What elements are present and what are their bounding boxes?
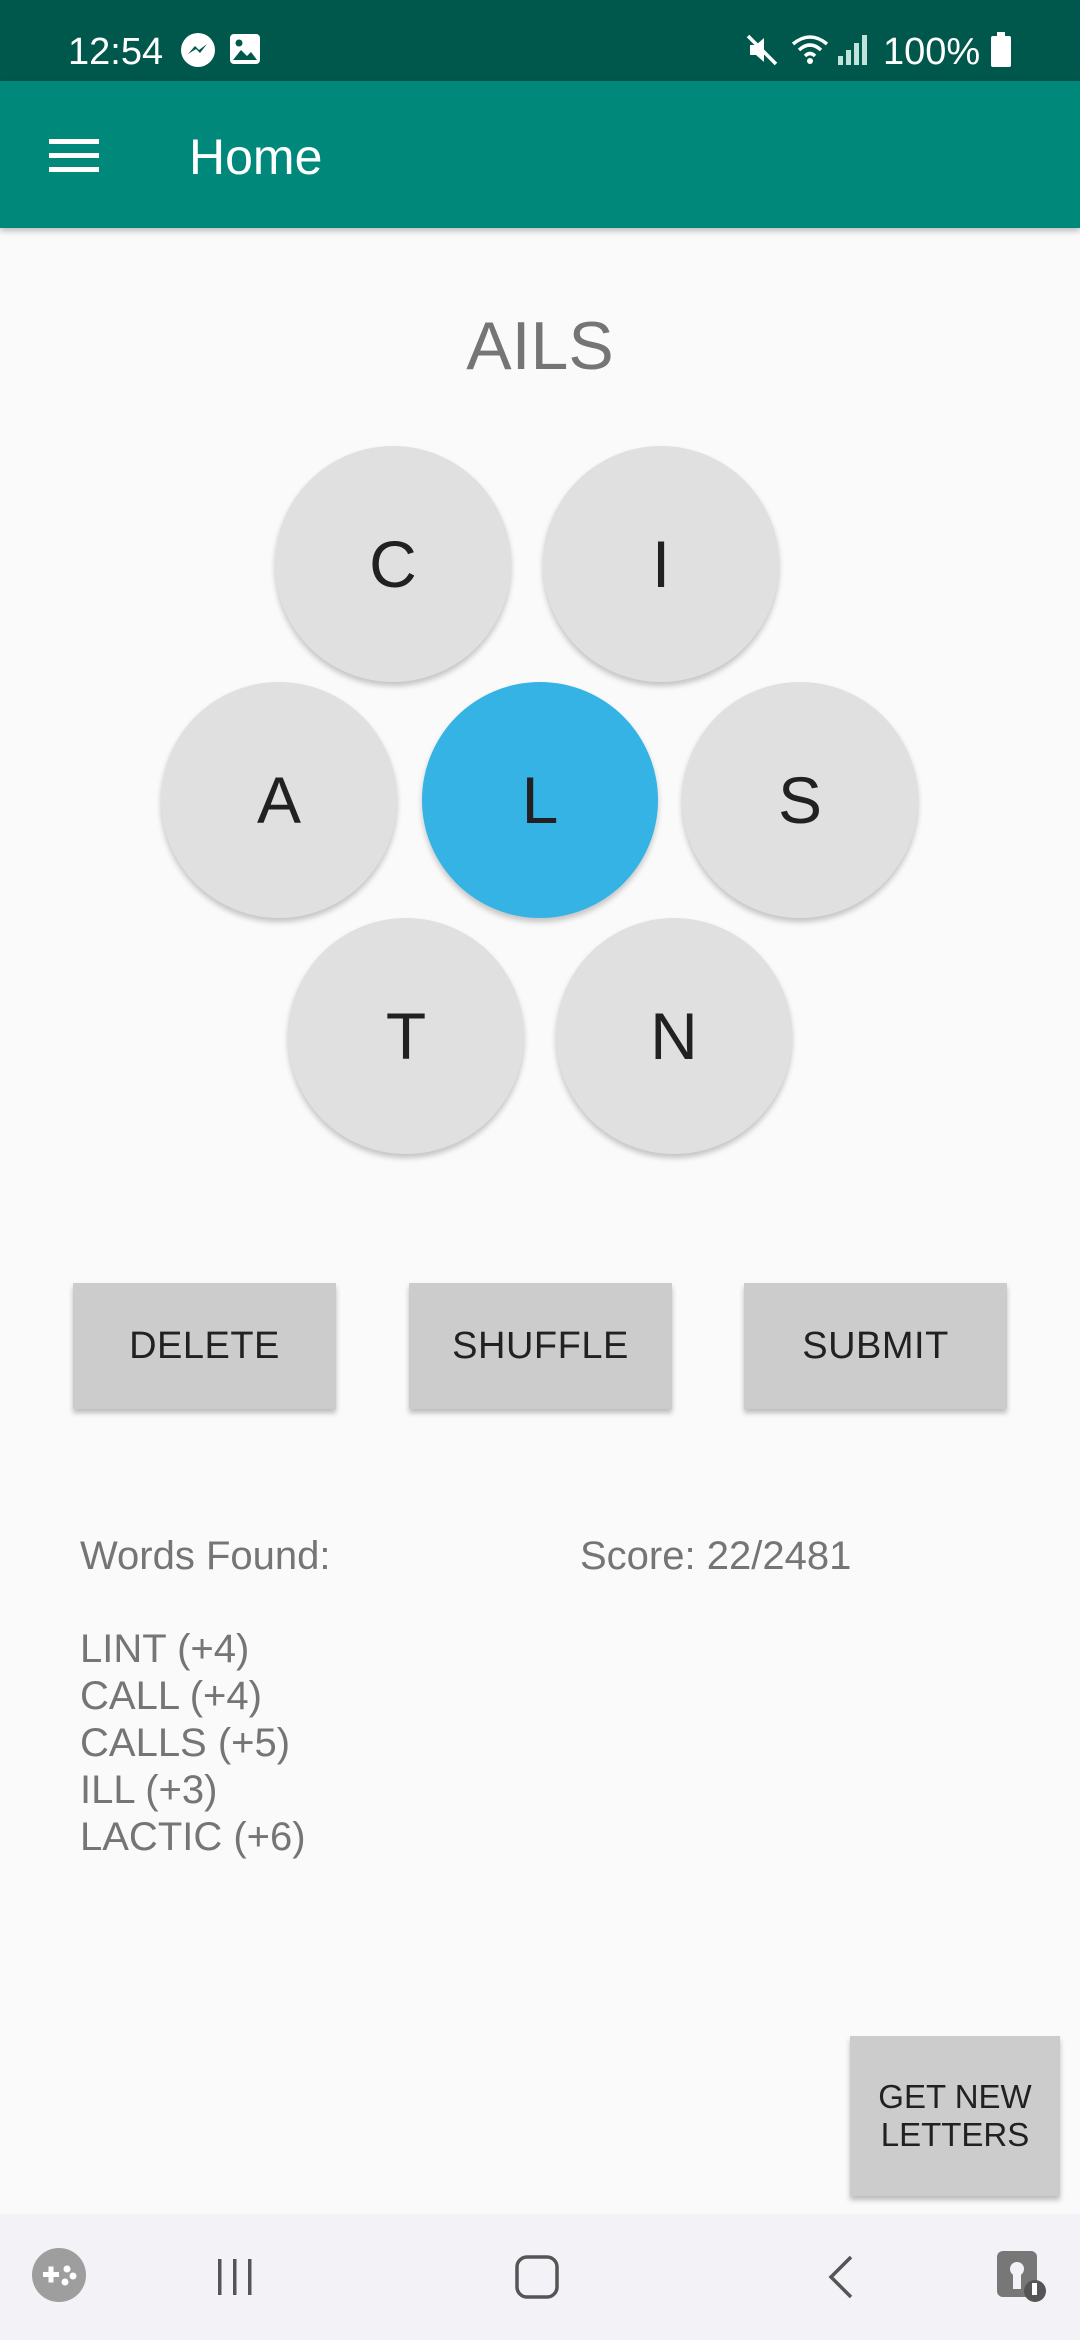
letter-tile-i[interactable]: I xyxy=(543,446,779,682)
list-item: LINT (+4) xyxy=(80,1627,250,1671)
hamburger-menu-icon[interactable] xyxy=(40,121,108,189)
list-item: ILL (+3) xyxy=(80,1768,218,1812)
letter-tile-t[interactable]: T xyxy=(288,918,524,1154)
status-bar: 12:54 100% xyxy=(0,0,1080,81)
list-item: CALLS (+5) xyxy=(80,1721,291,1765)
status-time: 12:54 xyxy=(68,31,164,73)
back-icon[interactable] xyxy=(806,2244,876,2310)
words-found-label: Words Found: xyxy=(80,1534,331,1578)
letter-tile-a[interactable]: A xyxy=(161,682,397,918)
center-letter-tile[interactable]: L xyxy=(422,682,658,918)
messenger-icon xyxy=(180,32,216,73)
game-launcher-icon[interactable] xyxy=(28,2244,90,2306)
battery-percentage: 100% xyxy=(883,31,981,73)
score-label: Score: 22/2481 xyxy=(580,1534,852,1578)
delete-button[interactable]: DELETE xyxy=(73,1283,336,1409)
mute-icon xyxy=(744,32,780,73)
screen-pin-icon[interactable] xyxy=(986,2242,1052,2308)
system-nav-bar xyxy=(0,2214,1080,2340)
submit-button[interactable]: SUBMIT xyxy=(744,1283,1007,1409)
signal-icon xyxy=(836,32,872,73)
shuffle-button[interactable]: SHUFFLE xyxy=(409,1283,672,1409)
letter-tile-n[interactable]: N xyxy=(556,918,792,1154)
letter-tile-s[interactable]: S xyxy=(682,682,918,918)
app-bar xyxy=(0,81,1080,228)
list-item: LACTIC (+6) xyxy=(80,1815,306,1859)
current-word: AILS xyxy=(466,308,614,384)
gallery-icon xyxy=(228,32,262,71)
words-found-list: LINT (+4) CALL (+4) CALLS (+5) ILL (+3) … xyxy=(80,1626,306,1861)
letter-tile-c[interactable]: C xyxy=(275,446,511,682)
get-new-letters-button[interactable]: GET NEW LETTERS xyxy=(850,2036,1060,2196)
wifi-icon xyxy=(790,32,830,73)
battery-icon xyxy=(990,32,1012,73)
page-title: Home xyxy=(189,129,323,185)
list-item: CALL (+4) xyxy=(80,1674,262,1718)
home-icon[interactable] xyxy=(502,2244,572,2310)
recent-apps-icon[interactable] xyxy=(200,2244,270,2310)
